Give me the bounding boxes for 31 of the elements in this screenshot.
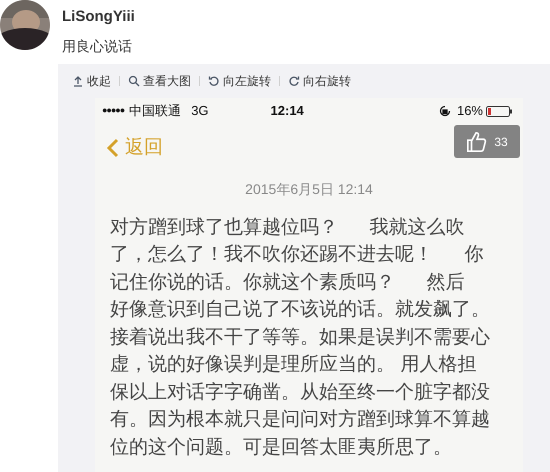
toolbar-button[interactable]: 向左旋转 [208, 72, 271, 90]
battery-icon [486, 106, 512, 116]
toolbar-button[interactable]: 向右旋转 [288, 72, 351, 90]
note-text-line: 保以上对话字字确凿。从始至终一个脏字都没 [110, 380, 491, 404]
upload-arrow-icon [72, 75, 84, 87]
like-button[interactable]: 33 [454, 125, 520, 158]
signal-dots: ●●●●● [102, 104, 124, 118]
chevron-left-icon [107, 138, 119, 158]
battery-percent: 16% [456, 102, 483, 120]
toolbar-button[interactable]: 收起 [72, 72, 111, 90]
rotate-right-icon [288, 75, 300, 87]
avatar[interactable] [0, 0, 50, 50]
thumbs-up-icon [466, 130, 488, 152]
author-name[interactable]: LiSongYiii [62, 7, 135, 27]
note-date: 2015年6月5日 12:14 [245, 180, 373, 198]
rotate-left-icon [208, 75, 220, 87]
note-text-line: 了，怎么了！我不吹你还踢不进去呢！ 你 [110, 243, 485, 267]
note-text-line: 好像意识到自己说了不该说的话。就发飙了。 [110, 298, 491, 322]
toolbar-button[interactable]: 查看大图 [128, 72, 191, 90]
note-text-line: 接着说出我不干了等等。如果是误判不需要心 [110, 326, 491, 350]
network-type: 3G [191, 102, 209, 120]
note-text-line: 有。因为根本就只是问问对方蹭到球算不算越 [110, 408, 491, 432]
note-text-line: 对方蹭到球了也算越位吗？ 我就这么吹 [110, 216, 466, 240]
note-text-line: 位的这个问题。可是回答太匪夷所思了。 [110, 436, 453, 460]
status-time: 12:14 [270, 102, 304, 120]
note-text-line: 虚，说的好像误判是理所应当的。 用人格担 [110, 353, 478, 377]
rotation-lock-icon [438, 105, 451, 117]
search-icon [128, 75, 140, 87]
post-text: 用良心说话 [62, 37, 133, 56]
note-text-line: 记住你说的话。你就这个素质吗？ 然后 [110, 270, 466, 294]
carrier-name: 中国联通 [129, 102, 182, 120]
